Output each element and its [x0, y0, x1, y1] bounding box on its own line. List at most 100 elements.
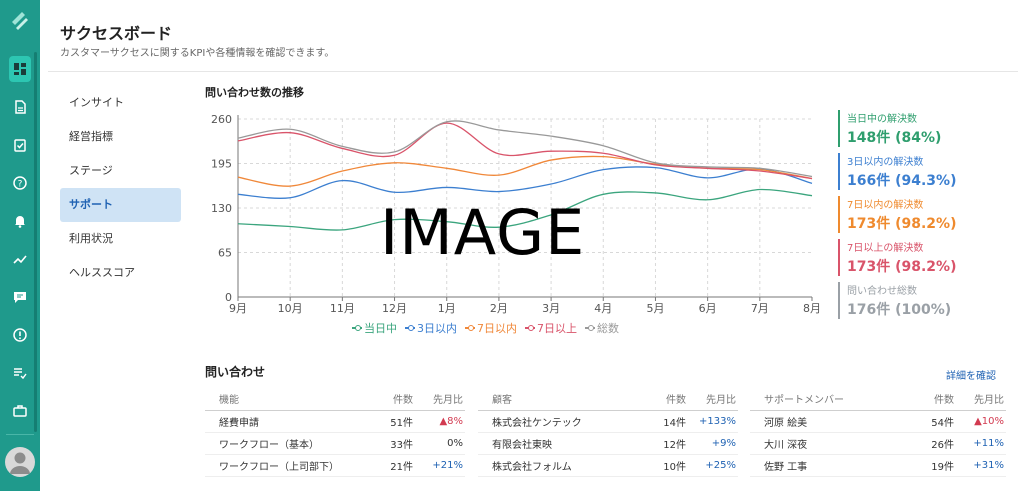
stat-label: 当日中の解決数: [847, 114, 917, 125]
y-tick-label: 195: [211, 158, 232, 171]
sidebar-item-tasks[interactable]: [0, 128, 40, 162]
table-header: 顧客 件数 先月比: [478, 387, 738, 411]
x-tick-label: 3月: [542, 302, 560, 315]
cell-count: 19件: [931, 462, 954, 473]
y-tick-label: 65: [218, 247, 232, 260]
cell-count: 54件: [931, 418, 954, 429]
sidebar-item-help[interactable]: ?: [0, 166, 40, 200]
stat-within-7-days: 7日以内の解決数 173件 (98.2%): [838, 196, 1018, 233]
table-row[interactable]: 有限会社東映 12件 +9%: [478, 433, 738, 455]
column-header[interactable]: 顧客: [478, 391, 646, 406]
cell-change: +11%: [973, 438, 1004, 449]
column-header[interactable]: 件数: [373, 391, 413, 406]
column-header[interactable]: サポートメンバー: [750, 391, 914, 406]
cell-name: 河原 絵美: [764, 418, 808, 429]
view-details-link[interactable]: 詳細を確認: [946, 367, 996, 382]
chart-title: 問い合わせ数の推移: [205, 86, 304, 99]
legend-item-within-7-days[interactable]: 7日以内: [465, 320, 517, 336]
legend-item-over-7-days[interactable]: 7日以上: [525, 320, 577, 336]
sidebar-item-checklist[interactable]: [0, 356, 40, 390]
cell-name: ワークフロー（上司部下）: [219, 462, 339, 473]
column-header[interactable]: 先月比: [413, 391, 465, 406]
legend-label: 総数: [597, 322, 619, 335]
table-row[interactable]: 佐野 工事 19件 +31%: [750, 455, 1006, 477]
legend-marker: [405, 323, 415, 333]
table-header: サポートメンバー 件数 先月比: [750, 387, 1006, 411]
legend-item-within-3-days[interactable]: 3日以内: [405, 320, 457, 336]
list-check-icon: [14, 368, 27, 380]
cell-name: 有限会社東映: [492, 440, 552, 451]
x-tick-label: 6月: [699, 302, 717, 315]
stat-value: 173件 (98.2%): [847, 259, 957, 275]
sidebar-item-dashboard[interactable]: [0, 52, 40, 86]
image-placeholder: IMAGE: [380, 196, 586, 269]
table-row[interactable]: 株式会社フォルム 10件 +25%: [478, 455, 738, 477]
cell-change: ▲10%: [974, 416, 1004, 427]
cell-count: 21件: [390, 462, 413, 473]
subnav-item-management-kpi[interactable]: 経営指標: [60, 120, 181, 154]
y-tick-label: 260: [211, 113, 232, 126]
stat-over-7-days: 7日以上の解決数 173件 (98.2%): [838, 239, 1018, 276]
cell-change: +9%: [711, 438, 736, 449]
dashboard-icon: [14, 63, 26, 75]
check-icon: [14, 139, 26, 152]
sidebar-item-notifications[interactable]: [0, 204, 40, 238]
legend-label: 3日以内: [417, 322, 457, 335]
svg-text:?: ?: [18, 180, 23, 190]
help-icon: ?: [13, 176, 27, 190]
x-tick-label: 8月: [803, 302, 820, 315]
sidebar-item-analytics[interactable]: [0, 242, 40, 276]
sub-navigation: インサイト 経営指標 ステージ サポート 利用状況 ヘルススコア: [60, 86, 181, 290]
resolution-stats: 当日中の解決数 148件 (84%) 3日以内の解決数 166件 (94.3%)…: [838, 110, 1018, 325]
legend-label: 7日以内: [477, 322, 517, 335]
table-row[interactable]: ワークフロー（上司部下） 21件 +21%: [205, 455, 465, 477]
sidebar-item-document[interactable]: [0, 90, 40, 124]
cell-count: 33件: [390, 440, 413, 451]
column-header[interactable]: 先月比: [954, 391, 1006, 406]
column-header[interactable]: 件数: [914, 391, 954, 406]
cell-name: 株式会社ケンテック: [492, 418, 582, 429]
column-header[interactable]: 機能: [205, 391, 373, 406]
feature-table: 機能 件数 先月比 経費申請 51件 ▲8% ワークフロー（基本） 33件 0%…: [205, 387, 465, 477]
x-tick-label: 5月: [646, 302, 664, 315]
table-row[interactable]: 河原 絵美 54件 ▲10%: [750, 411, 1006, 433]
support-member-table: サポートメンバー 件数 先月比 河原 絵美 54件 ▲10% 大川 深夜 26件…: [750, 387, 1006, 477]
subnav-item-stage[interactable]: ステージ: [60, 154, 181, 188]
legend-item-total[interactable]: 総数: [585, 320, 619, 336]
subnav-item-health-score[interactable]: ヘルススコア: [60, 256, 181, 290]
subnav-item-support[interactable]: サポート: [60, 188, 181, 222]
column-header[interactable]: 先月比: [686, 391, 738, 406]
legend-marker: [525, 323, 535, 333]
sidebar-item-alerts[interactable]: [0, 318, 40, 352]
cell-name: 佐野 工事: [764, 462, 808, 473]
x-tick-label: 11月: [330, 302, 355, 315]
sidebar-item-projects[interactable]: [0, 394, 40, 428]
cell-change: +25%: [705, 460, 736, 471]
stat-label: 7日以内の解決数: [847, 200, 924, 211]
table-row[interactable]: 株式会社ケンテック 14件 +133%: [478, 411, 738, 433]
table-row[interactable]: ワークフロー（基本） 33件 0%: [205, 433, 465, 455]
app-logo-icon[interactable]: [8, 8, 32, 32]
info-icon: [13, 328, 27, 342]
subnav-item-usage[interactable]: 利用状況: [60, 222, 181, 256]
subnav-item-insight[interactable]: インサイト: [60, 86, 181, 120]
x-tick-label: 7月: [751, 302, 769, 315]
sidebar-divider: [6, 434, 34, 435]
user-avatar[interactable]: [5, 447, 35, 477]
document-icon: [15, 100, 26, 114]
y-tick-label: 130: [211, 202, 232, 215]
chat-icon: [14, 292, 26, 303]
trend-icon: [13, 255, 27, 264]
cell-name: ワークフロー（基本）: [219, 440, 319, 451]
table-row[interactable]: 経費申請 51件 ▲8%: [205, 411, 465, 433]
column-header[interactable]: 件数: [646, 391, 686, 406]
table-row[interactable]: 大川 深夜 26件 +11%: [750, 433, 1006, 455]
legend-item-same-day[interactable]: 当日中: [352, 320, 397, 336]
cell-count: 26件: [931, 440, 954, 451]
sidebar-item-messages[interactable]: [0, 280, 40, 314]
cell-name: 株式会社フォルム: [492, 462, 572, 473]
legend-marker: [465, 323, 475, 333]
stat-same-day: 当日中の解決数 148件 (84%): [838, 110, 1018, 147]
stat-value: 173件 (98.2%): [847, 216, 957, 232]
header-divider: [48, 71, 1018, 72]
